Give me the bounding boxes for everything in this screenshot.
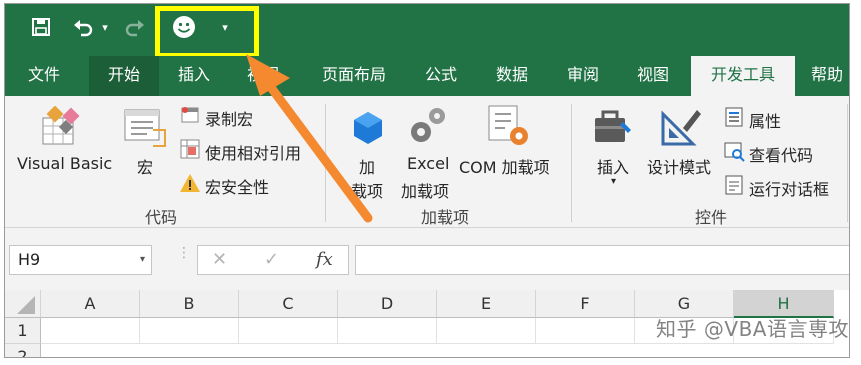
annotation-arrow <box>246 54 373 223</box>
watermark: 知乎 @VBA语言専攻 <box>656 317 849 341</box>
